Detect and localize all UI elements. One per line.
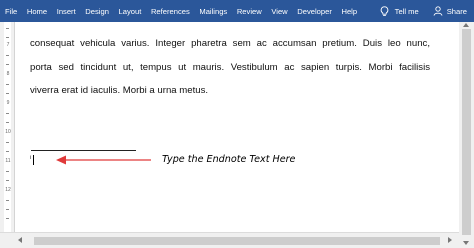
body-text-line[interactable]: consequat vehicula varius. Integer phare… — [30, 38, 430, 49]
tab-design[interactable]: Design — [85, 7, 109, 16]
ruler-tick — [6, 84, 9, 85]
tab-home[interactable]: Home — [27, 7, 47, 16]
ruler-number: 9 — [6, 100, 10, 106]
tab-file[interactable]: File — [5, 7, 17, 16]
person-icon — [433, 6, 443, 16]
tab-help[interactable]: Help — [341, 7, 357, 16]
ribbon-tab-bar: File Home Insert Design Layout Reference… — [0, 0, 474, 22]
ruler-tick — [6, 151, 9, 152]
vertical-ruler[interactable]: 7 8 9 10 11 12 — [0, 22, 15, 232]
body-text-line[interactable]: viverra erat id iaculis. Morbi a urna me… — [30, 85, 430, 96]
ruler-tick — [6, 209, 9, 210]
red-arrow-icon — [56, 155, 151, 165]
share-label: Share — [446, 6, 467, 16]
tab-references[interactable]: References — [151, 7, 190, 16]
scroll-right-icon[interactable] — [448, 237, 452, 243]
ruler-tick — [6, 55, 9, 56]
body-text-line[interactable]: porta sed tincidunt ut, tempus ut mauris… — [30, 62, 430, 73]
ruler-number: 8 — [6, 71, 10, 77]
ruler-tick — [6, 142, 9, 143]
tab-insert[interactable]: Insert — [57, 7, 76, 16]
ruler-number: 11 — [5, 158, 11, 164]
ruler-tick — [6, 113, 9, 114]
ruler-tick — [6, 122, 9, 123]
document-page[interactable] — [15, 22, 459, 232]
ruler-number: 7 — [6, 42, 10, 48]
endnote-separator — [31, 150, 136, 151]
ruler-tick — [6, 218, 9, 219]
lightbulb-icon — [380, 5, 389, 17]
ruler-number: 12 — [5, 187, 11, 193]
tell-me-box[interactable]: Tell me — [380, 5, 419, 17]
endnote-annotation: Type the Endnote Text Here — [162, 154, 296, 165]
ruler-tick — [6, 180, 9, 181]
tab-developer[interactable]: Developer — [297, 7, 332, 16]
tab-view[interactable]: View — [271, 7, 287, 16]
ruler-tick — [6, 200, 9, 201]
ruler-tick — [6, 171, 9, 172]
tab-review[interactable]: Review — [237, 7, 262, 16]
horizontal-scrollbar[interactable] — [0, 232, 459, 248]
ruler-tick — [6, 37, 9, 38]
ruler-tick — [6, 64, 9, 65]
ruler-tick — [6, 93, 9, 94]
horizontal-scroll-thumb[interactable] — [34, 237, 440, 245]
scroll-left-icon[interactable] — [18, 237, 22, 243]
endnote-reference-mark: i — [30, 155, 32, 161]
share-button[interactable]: Share — [433, 6, 467, 16]
text-cursor — [33, 155, 34, 165]
vertical-scroll-thumb[interactable] — [462, 29, 471, 235]
tab-mailings[interactable]: Mailings — [199, 7, 227, 16]
scroll-up-icon[interactable] — [463, 23, 469, 27]
scroll-down-icon[interactable] — [463, 241, 469, 245]
vertical-scrollbar[interactable] — [459, 22, 474, 248]
ruler-tick — [6, 28, 9, 29]
tab-layout[interactable]: Layout — [119, 7, 142, 16]
tell-me-label: Tell me — [394, 6, 419, 16]
ribbon-right-group: Tell me Share — [380, 0, 467, 22]
ruler-number: 10 — [5, 129, 11, 135]
